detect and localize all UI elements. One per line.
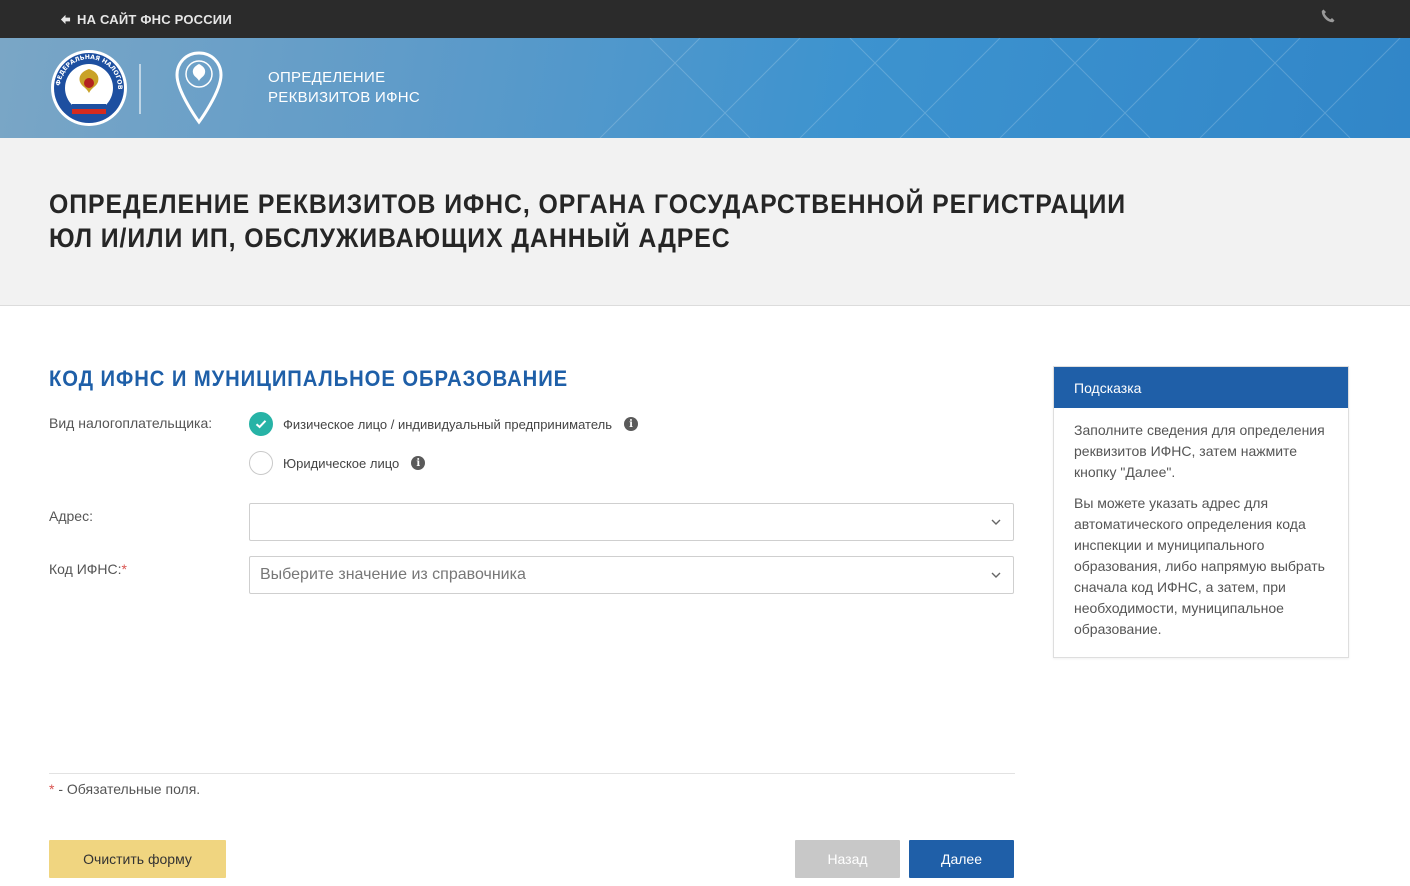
section-title: КОД ИФНС И МУНИЦИПАЛЬНОЕ ОБРАЗОВАНИЕ bbox=[49, 366, 569, 391]
location-pin-icon bbox=[175, 51, 223, 125]
header-title-line2: РЕКВИЗИТОВ ИФНС bbox=[268, 89, 421, 106]
info-icon[interactable]: i bbox=[411, 456, 426, 470]
ifns-code-label-text: Код ИФНС: bbox=[49, 561, 122, 577]
page-title: ОПРЕДЕЛЕНИЕ РЕКВИЗИТОВ ИФНС, ОРГАНА ГОСУ… bbox=[49, 189, 1127, 253]
back-to-fns-link[interactable]: НА САЙТ ФНС РОССИИ bbox=[60, 8, 232, 30]
address-select[interactable] bbox=[249, 503, 1014, 541]
next-button[interactable]: Далее bbox=[909, 840, 1014, 878]
title-band: ОПРЕДЕЛЕНИЕ РЕКВИЗИТОВ ИФНС, ОРГАНА ГОСУ… bbox=[0, 138, 1410, 306]
hint-body: Заполните сведения для определения рекви… bbox=[1054, 408, 1348, 640]
form-separator bbox=[49, 773, 1015, 774]
radio-unchecked-icon[interactable] bbox=[249, 451, 273, 475]
phone-icon[interactable] bbox=[1320, 8, 1336, 24]
required-mark: * bbox=[121, 561, 127, 577]
hint-paragraph-1: Заполните сведения для определения рекви… bbox=[1074, 422, 1325, 480]
arrow-left-icon bbox=[60, 14, 71, 24]
site-header: ФЕДЕРАЛЬНАЯ НАЛОГОВАЯ СЛУЖБА ОПРЕДЕЛЕНИЕ… bbox=[0, 38, 1410, 138]
top-bar: НА САЙТ ФНС РОССИИ bbox=[0, 0, 1410, 38]
clear-form-button[interactable]: Очистить форму bbox=[49, 840, 226, 878]
back-link-label: НА САЙТ ФНС РОССИИ bbox=[77, 11, 232, 27]
ifns-code-placeholder: Выберите значение из справочника bbox=[260, 566, 526, 583]
header-divider bbox=[139, 64, 141, 114]
chevron-down-icon bbox=[991, 572, 1001, 578]
ifns-code-select[interactable]: Выберите значение из справочника bbox=[249, 556, 1014, 594]
radio-individual[interactable]: Физическое лицо / индивидуальный предпри… bbox=[249, 412, 638, 436]
taxpayer-type-label: Вид налогоплательщика: bbox=[49, 415, 213, 431]
address-label: Адрес: bbox=[49, 508, 93, 524]
ifns-code-label: Код ИФНС:* bbox=[49, 561, 127, 577]
header-title: ОПРЕДЕЛЕНИЕ РЕКВИЗИТОВ ИФНС bbox=[268, 68, 468, 108]
hint-panel: Подсказка Заполните сведения для определ… bbox=[1053, 366, 1349, 658]
back-button[interactable]: Назад bbox=[795, 840, 900, 878]
radio-individual-label: Физическое лицо / индивидуальный предпри… bbox=[283, 416, 612, 432]
required-note-text: - Обязательные поля. bbox=[54, 781, 201, 797]
hint-paragraph-2: Вы можете указать адрес для автоматическ… bbox=[1074, 495, 1325, 637]
hint-title: Подсказка bbox=[1054, 367, 1348, 408]
required-fields-note: * - Обязательные поля. bbox=[49, 781, 200, 797]
info-icon[interactable]: i bbox=[624, 417, 638, 431]
header-title-line1: ОПРЕДЕЛЕНИЕ bbox=[268, 69, 386, 86]
radio-legal-entity[interactable]: Юридическое лицо i bbox=[249, 451, 426, 475]
fns-emblem-logo[interactable]: ФЕДЕРАЛЬНАЯ НАЛОГОВАЯ СЛУЖБА bbox=[50, 49, 128, 127]
radio-checked-icon[interactable] bbox=[249, 412, 273, 436]
radio-legal-entity-label: Юридическое лицо bbox=[283, 455, 400, 471]
chevron-down-icon bbox=[991, 519, 1001, 525]
